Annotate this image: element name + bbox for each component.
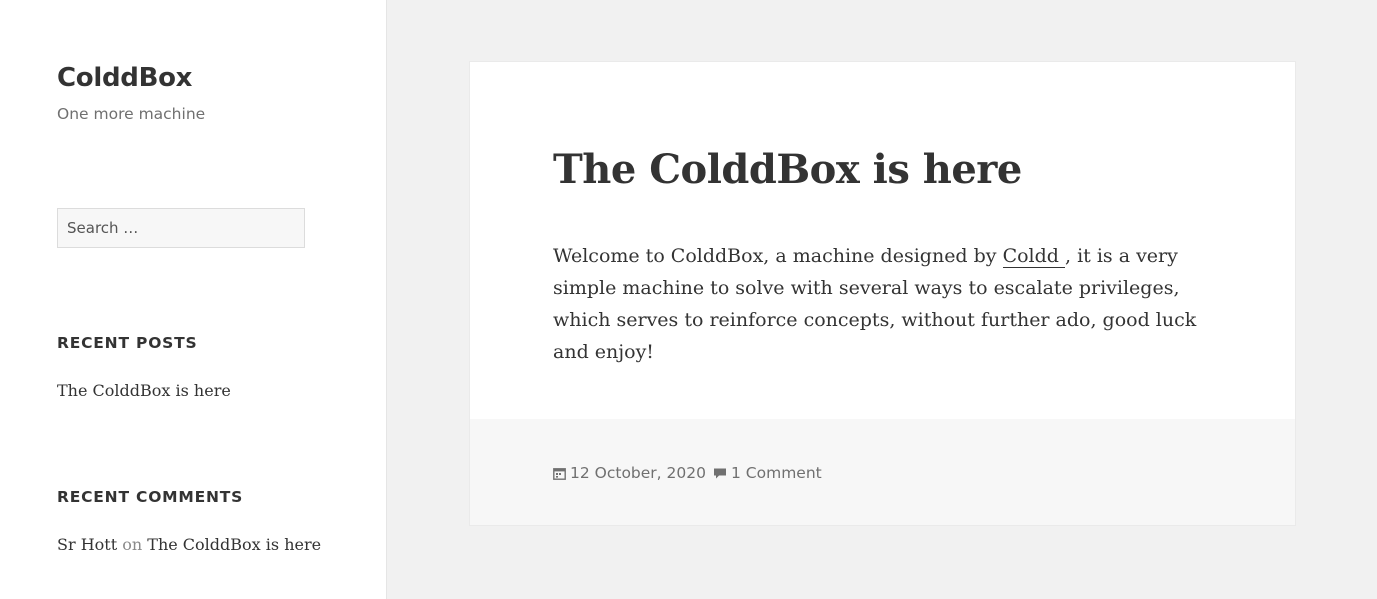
post-title: The ColddBox is here — [553, 146, 1022, 193]
post-date-link[interactable]: 12 October, 2020 — [553, 462, 706, 484]
sidebar: ColddBox One more machine RECENT POSTS T… — [0, 0, 387, 599]
post-comments-link[interactable]: 1 Comment — [713, 462, 822, 484]
search-input[interactable] — [57, 208, 305, 248]
author-link[interactable]: Coldd — [1002, 245, 1065, 268]
comment-connector: on — [122, 535, 143, 554]
post-content: Welcome to ColddBox, a machine designed … — [553, 240, 1203, 368]
recent-posts-heading: RECENT POSTS — [57, 334, 198, 352]
post-article: The ColddBox is here Welcome to ColddBox… — [469, 61, 1296, 526]
calendar-icon — [553, 467, 566, 480]
comment-post-link[interactable]: The ColddBox is here — [147, 535, 321, 554]
page: ColddBox One more machine RECENT POSTS T… — [0, 0, 1377, 599]
recent-comment-item: Sr Hott on The ColddBox is here — [57, 534, 321, 556]
post-comments-count: 1 Comment — [731, 464, 822, 482]
comment-bubble-icon — [713, 467, 727, 480]
comment-author: Sr Hott — [57, 535, 118, 554]
post-content-intro: Welcome to ColddBox, a machine designed … — [553, 245, 1003, 267]
post-footer: 12 October, 2020 1 Comment — [470, 419, 1295, 525]
site-description: One more machine — [57, 105, 206, 123]
post-date: 12 October, 2020 — [570, 464, 706, 482]
site-title[interactable]: ColddBox — [57, 60, 192, 96]
recent-post-link[interactable]: The ColddBox is here — [57, 380, 231, 402]
recent-comments-heading: RECENT COMMENTS — [57, 488, 244, 506]
